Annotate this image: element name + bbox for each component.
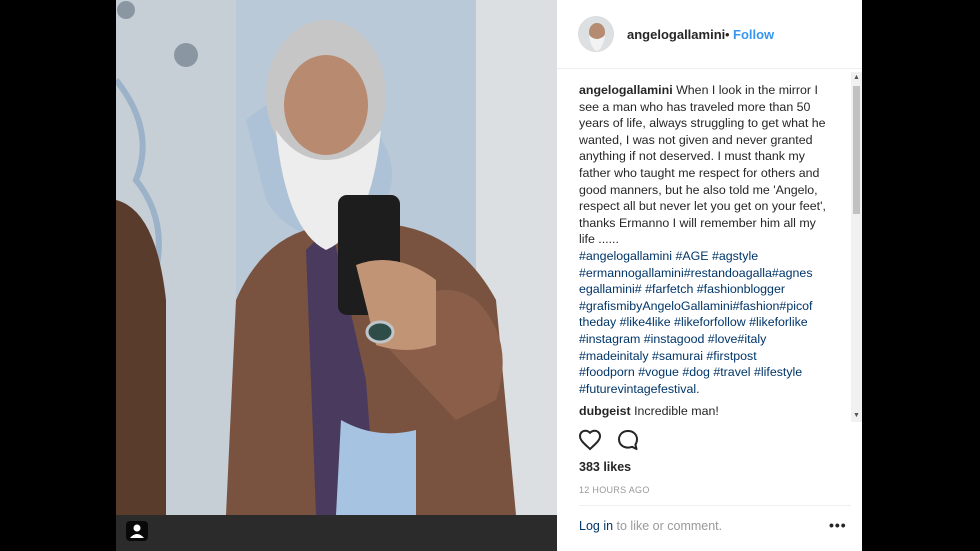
comments-list: angelogallamini When I look in the mirro… <box>579 82 829 420</box>
caption-username[interactable]: angelogallamini <box>579 83 673 97</box>
follow-button[interactable]: Follow <box>733 27 774 42</box>
more-options-button[interactable]: ••• <box>829 517 847 533</box>
avatar[interactable] <box>578 16 614 52</box>
heart-icon[interactable] <box>578 428 602 457</box>
scrollbar-thumb[interactable] <box>853 86 860 214</box>
login-link[interactable]: Log in <box>579 519 613 533</box>
post-header: angelogallamini • Follow <box>557 0 862 69</box>
hashtags-line[interactable]: #angelogallamini #AGE #agstyle <box>579 249 758 263</box>
hashtags-line[interactable]: theday #like4like #likeforfollow #likefo… <box>579 315 808 329</box>
hashtags-line[interactable]: egallamini# #farfetch #fashionblogger <box>579 282 785 296</box>
user-tag-icon[interactable] <box>126 521 148 541</box>
caption: angelogallamini When I look in the mirro… <box>579 82 829 397</box>
post-photo-image <box>116 0 557 551</box>
likes-count[interactable]: 383 likes <box>579 460 631 474</box>
post-timestamp[interactable]: 12 HOURS AGO <box>579 485 650 495</box>
login-prompt-text: to like or comment. <box>613 519 723 533</box>
comment-item: dubgeist Incredible man! <box>579 403 829 420</box>
login-prompt: Log in to like or comment. <box>579 519 722 533</box>
hashtags-line[interactable]: #madeinitaly #samurai #firstpost <box>579 349 757 363</box>
comment-bubble-icon[interactable] <box>616 428 640 457</box>
caption-end: . <box>696 381 700 396</box>
comments-scrollbar[interactable]: ▲ ▼ <box>851 72 862 422</box>
hashtags-line[interactable]: #ermannogallamini#restandoagalla#agnes <box>579 266 813 280</box>
caption-text: When I look in the mirror I see a man wh… <box>579 83 826 247</box>
hashtags-line[interactable]: #instagram #instagood #love#italy <box>579 332 766 346</box>
header-username[interactable]: angelogallamini <box>627 27 725 42</box>
post-details-panel: angelogallamini • Follow angelogallamini… <box>557 0 862 551</box>
comment-text: Incredible man! <box>634 404 719 419</box>
chevron-down-icon[interactable]: ▼ <box>851 410 862 422</box>
header-separator: • <box>725 27 730 42</box>
post-photo[interactable] <box>116 0 557 551</box>
comment-username[interactable]: dubgeist <box>579 404 631 418</box>
hashtags-line[interactable]: #grafismibyAngeloGallamini#fashion#picof <box>579 299 813 313</box>
hashtags-line[interactable]: #futurevintagefestival <box>579 382 696 396</box>
divider <box>579 505 851 506</box>
chevron-up-icon[interactable]: ▲ <box>851 72 862 84</box>
hashtags-line[interactable]: #foodporn #vogue #dog #travel #lifestyle <box>579 365 802 379</box>
